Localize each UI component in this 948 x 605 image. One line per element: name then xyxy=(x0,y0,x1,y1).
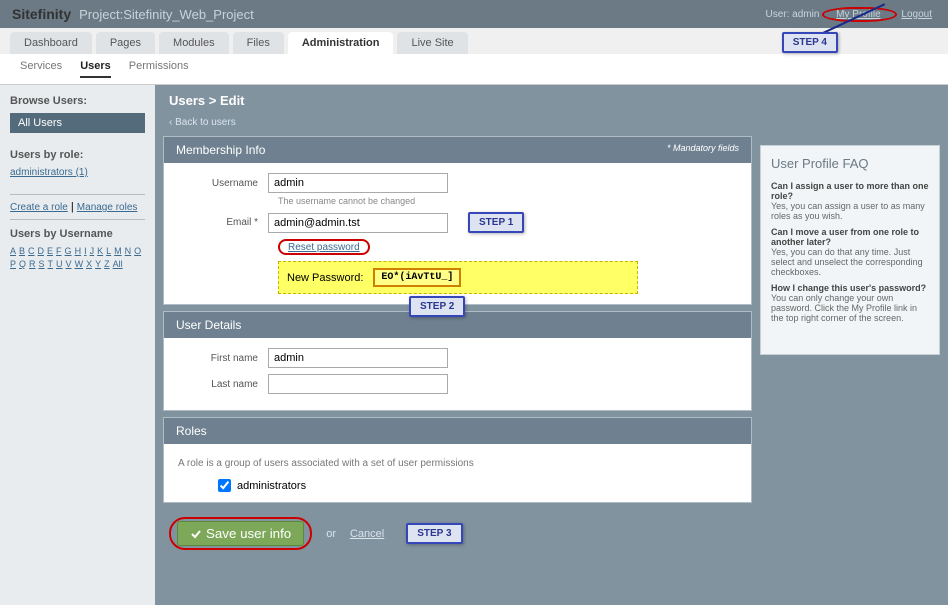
alpha-letter[interactable]: Y xyxy=(95,259,101,269)
alpha-letter[interactable]: C xyxy=(28,246,35,256)
alpha-letter[interactable]: J xyxy=(90,246,95,256)
tab-modules[interactable]: Modules xyxy=(159,32,229,54)
lastname-input[interactable] xyxy=(268,374,448,394)
alpha-letter[interactable]: H xyxy=(75,246,82,256)
alpha-letter[interactable]: R xyxy=(29,259,36,269)
logout-link[interactable]: Logout xyxy=(897,8,936,21)
alpha-letter[interactable]: E xyxy=(47,246,53,256)
save-bar: Save user info or Cancel STEP 3 xyxy=(155,509,760,558)
new-password-label: New Password: xyxy=(287,272,363,284)
roles-panel: Roles A role is a group of users associa… xyxy=(163,417,752,503)
lastname-label: Last name xyxy=(178,379,268,390)
sidebar: Browse Users: All Users Users by role: a… xyxy=(0,85,155,605)
save-highlight: Save user info xyxy=(169,517,312,550)
back-link[interactable]: ‹ Back to users xyxy=(169,117,236,128)
membership-title: Membership Info xyxy=(176,143,265,157)
roles-title: Roles xyxy=(176,424,207,438)
user-details-title: User Details xyxy=(176,318,241,332)
faq-q-2: Can I move a user from one role to anoth… xyxy=(771,227,929,247)
tab-files[interactable]: Files xyxy=(233,32,284,54)
save-button-label: Save user info xyxy=(206,526,291,541)
alpha-letter[interactable]: S xyxy=(39,259,45,269)
alpha-letter[interactable]: L xyxy=(106,246,111,256)
step-2-callout: STEP 2 xyxy=(409,296,465,317)
email-label: Email * xyxy=(178,217,268,228)
alpha-letter[interactable]: V xyxy=(66,259,72,269)
sidebar-browse-heading: Browse Users: xyxy=(10,95,145,107)
sidebar-role-heading: Users by role: xyxy=(10,149,145,161)
step-1-callout: STEP 1 xyxy=(468,212,524,233)
sub-tabs: Services Users Permissions xyxy=(0,54,948,85)
alpha-letter[interactable]: F xyxy=(56,246,62,256)
subtab-permissions[interactable]: Permissions xyxy=(129,60,189,78)
user-label: User: admin xyxy=(765,9,819,20)
alpha-all[interactable]: All xyxy=(113,259,123,269)
role-checkbox-admin[interactable] xyxy=(218,479,231,492)
subtab-services[interactable]: Services xyxy=(20,60,62,78)
faq-a-2: Yes, you can do that any time. Just sele… xyxy=(771,247,929,277)
faq-q-1: Can I assign a user to more than one rol… xyxy=(771,181,929,201)
alpha-letter[interactable]: G xyxy=(65,246,72,256)
alpha-letter[interactable]: T xyxy=(48,259,54,269)
step-3-callout: STEP 3 xyxy=(406,523,462,544)
tab-administration[interactable]: Administration xyxy=(288,32,394,54)
email-input[interactable] xyxy=(268,213,448,233)
project-name: Project:Sitefinity_Web_Project xyxy=(79,7,765,22)
faq-panel: User Profile FAQ Can I assign a user to … xyxy=(760,145,940,355)
reset-password-link[interactable]: Reset password xyxy=(288,242,360,253)
faq-a-3: You can only change your own password. C… xyxy=(771,293,929,323)
alpha-letter[interactable]: K xyxy=(97,246,103,256)
tab-pages[interactable]: Pages xyxy=(96,32,155,54)
alpha-letter[interactable]: O xyxy=(134,246,141,256)
alpha-letter[interactable]: I xyxy=(84,246,87,256)
content: Users > Edit ‹ Back to users Membership … xyxy=(155,85,948,605)
topbar: Sitefinity Project:Sitefinity_Web_Projec… xyxy=(0,0,948,28)
faq-a-1: Yes, you can assign a user to as many ro… xyxy=(771,201,929,221)
subtab-users[interactable]: Users xyxy=(80,60,111,78)
role-name-admin: administrators xyxy=(237,480,306,492)
logo: Sitefinity xyxy=(12,6,71,22)
sidebar-create-role[interactable]: Create a role xyxy=(10,202,68,213)
alpha-letter[interactable]: P xyxy=(10,259,16,269)
sidebar-manage-roles[interactable]: Manage roles xyxy=(77,202,138,213)
alpha-index: A B C D E F G H I J K L M N O P Q R S T xyxy=(10,246,145,269)
firstname-input[interactable] xyxy=(268,348,448,368)
alpha-letter[interactable]: Q xyxy=(19,259,26,269)
alpha-letter[interactable]: Z xyxy=(104,259,110,269)
save-button[interactable]: Save user info xyxy=(177,521,304,546)
username-label: Username xyxy=(178,178,268,189)
alpha-letter[interactable]: B xyxy=(19,246,25,256)
alpha-letter[interactable]: W xyxy=(75,259,84,269)
sidebar-role-admin[interactable]: administrators (1) xyxy=(10,167,145,178)
user-details-panel: User Details First name Last name xyxy=(163,311,752,411)
mandatory-note: * Mandatory fields xyxy=(667,143,739,157)
step-4-callout: STEP 4 xyxy=(782,32,838,53)
new-password-value: EO*(iAvTtU_] xyxy=(373,268,461,287)
alpha-letter[interactable]: D xyxy=(38,246,45,256)
faq-title: User Profile FAQ xyxy=(771,156,929,171)
alpha-letter[interactable]: M xyxy=(114,246,122,256)
cancel-link[interactable]: Cancel xyxy=(350,528,384,540)
firstname-label: First name xyxy=(178,353,268,364)
reset-pw-highlight: Reset password xyxy=(278,239,370,255)
faq-q-3: How I change this user's password? xyxy=(771,283,929,293)
check-icon xyxy=(190,528,202,540)
alpha-letter[interactable]: X xyxy=(86,259,92,269)
alpha-letter[interactable]: N xyxy=(125,246,132,256)
tab-live-site[interactable]: Live Site xyxy=(397,32,467,54)
sidebar-all-users[interactable]: All Users xyxy=(10,113,145,133)
roles-description: A role is a group of users associated wi… xyxy=(178,458,737,469)
sidebar-username-heading: Users by Username xyxy=(10,228,145,240)
username-hint: The username cannot be changed xyxy=(278,196,737,206)
breadcrumb: Users > Edit xyxy=(155,85,760,116)
membership-panel: Membership Info * Mandatory fields Usern… xyxy=(163,136,752,305)
password-band: New Password: EO*(iAvTtU_] STEP 2 xyxy=(278,261,638,294)
alpha-letter[interactable]: A xyxy=(10,246,16,256)
alpha-letter[interactable]: U xyxy=(56,259,63,269)
tab-dashboard[interactable]: Dashboard xyxy=(10,32,92,54)
username-input[interactable] xyxy=(268,173,448,193)
